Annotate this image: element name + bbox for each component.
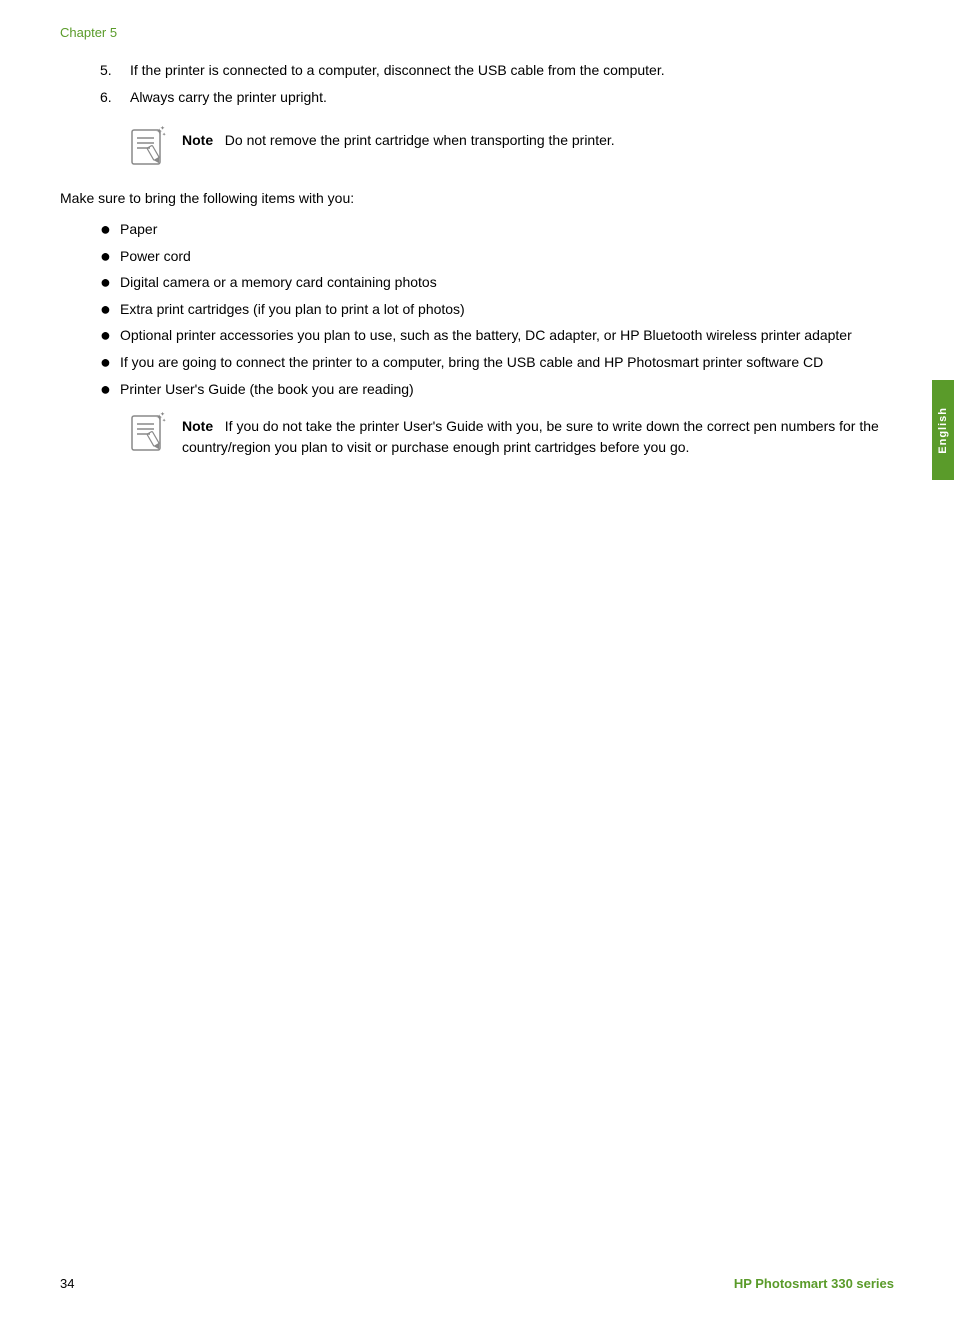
note1-label: Note <box>182 132 213 148</box>
bullet-6-dot: ● <box>100 379 120 401</box>
note-box-1: ✦ ✦ ✦ Note Do not remove the print cartr… <box>130 126 894 170</box>
note2-label: Note <box>182 418 213 434</box>
bullet-item-2: ● Digital camera or a memory card contai… <box>100 272 894 294</box>
page-container: Chapter 5 5. If the printer is connected… <box>0 0 954 1321</box>
note2-text: Note If you do not take the printer User… <box>182 412 894 458</box>
bullet-0-text: Paper <box>120 219 894 240</box>
language-tab-label: English <box>937 407 949 454</box>
footer-brand: HP Photosmart 330 series <box>734 1276 894 1291</box>
item-5-number: 5. <box>100 60 130 81</box>
bullet-2-dot: ● <box>100 272 120 294</box>
note1-text: Note Do not remove the print cartridge w… <box>182 126 615 151</box>
bullet-item-0: ● Paper <box>100 219 894 241</box>
item-5-text: If the printer is connected to a compute… <box>130 60 894 81</box>
svg-text:✦: ✦ <box>162 418 166 424</box>
chapter-label: Chapter 5 <box>60 25 894 40</box>
bullet-2-text: Digital camera or a memory card containi… <box>120 272 894 293</box>
bullet-4-text: Optional printer accessories you plan to… <box>120 325 894 346</box>
list-item-5: 5. If the printer is connected to a comp… <box>100 60 894 81</box>
note-box-2: ✦ ✦ ✦ Note If you do not take the printe… <box>130 412 894 458</box>
bring-text: Make sure to bring the following items w… <box>60 188 894 209</box>
bullet-4-dot: ● <box>100 325 120 347</box>
bullet-item-4: ● Optional printer accessories you plan … <box>100 325 894 347</box>
bullet-item-1: ● Power cord <box>100 246 894 268</box>
bullet-5-dot: ● <box>100 352 120 374</box>
bullet-5-text: If you are going to connect the printer … <box>120 352 894 373</box>
bullet-1-text: Power cord <box>120 246 894 267</box>
numbered-list: 5. If the printer is connected to a comp… <box>100 60 894 108</box>
footer-page-number: 34 <box>60 1276 74 1291</box>
bullet-item-6: ● Printer User's Guide (the book you are… <box>100 379 894 401</box>
note2-body: If you do not take the printer User's Gu… <box>182 418 879 455</box>
item-6-text: Always carry the printer upright. <box>130 87 894 108</box>
bullet-3-text: Extra print cartridges (if you plan to p… <box>120 299 894 320</box>
note-icon-2: ✦ ✦ ✦ <box>130 412 170 456</box>
bullet-3-dot: ● <box>100 299 120 321</box>
note1-body: Do not remove the print cartridge when t… <box>225 132 615 148</box>
svg-text:✦: ✦ <box>162 132 166 138</box>
list-item-6: 6. Always carry the printer upright. <box>100 87 894 108</box>
note2-spacer <box>217 418 225 434</box>
language-tab: English <box>932 380 954 480</box>
note-icon-1: ✦ ✦ ✦ <box>130 126 170 170</box>
bullet-6-text: Printer User's Guide (the book you are r… <box>120 379 894 400</box>
bullet-item-3: ● Extra print cartridges (if you plan to… <box>100 299 894 321</box>
bullet-list: ● Paper ● Power cord ● Digital camera or… <box>100 219 894 400</box>
bullet-1-dot: ● <box>100 246 120 268</box>
note1-content <box>217 132 225 148</box>
footer: 34 HP Photosmart 330 series <box>60 1276 894 1291</box>
item-6-number: 6. <box>100 87 130 108</box>
bullet-0-dot: ● <box>100 219 120 241</box>
bullet-item-5: ● If you are going to connect the printe… <box>100 352 894 374</box>
